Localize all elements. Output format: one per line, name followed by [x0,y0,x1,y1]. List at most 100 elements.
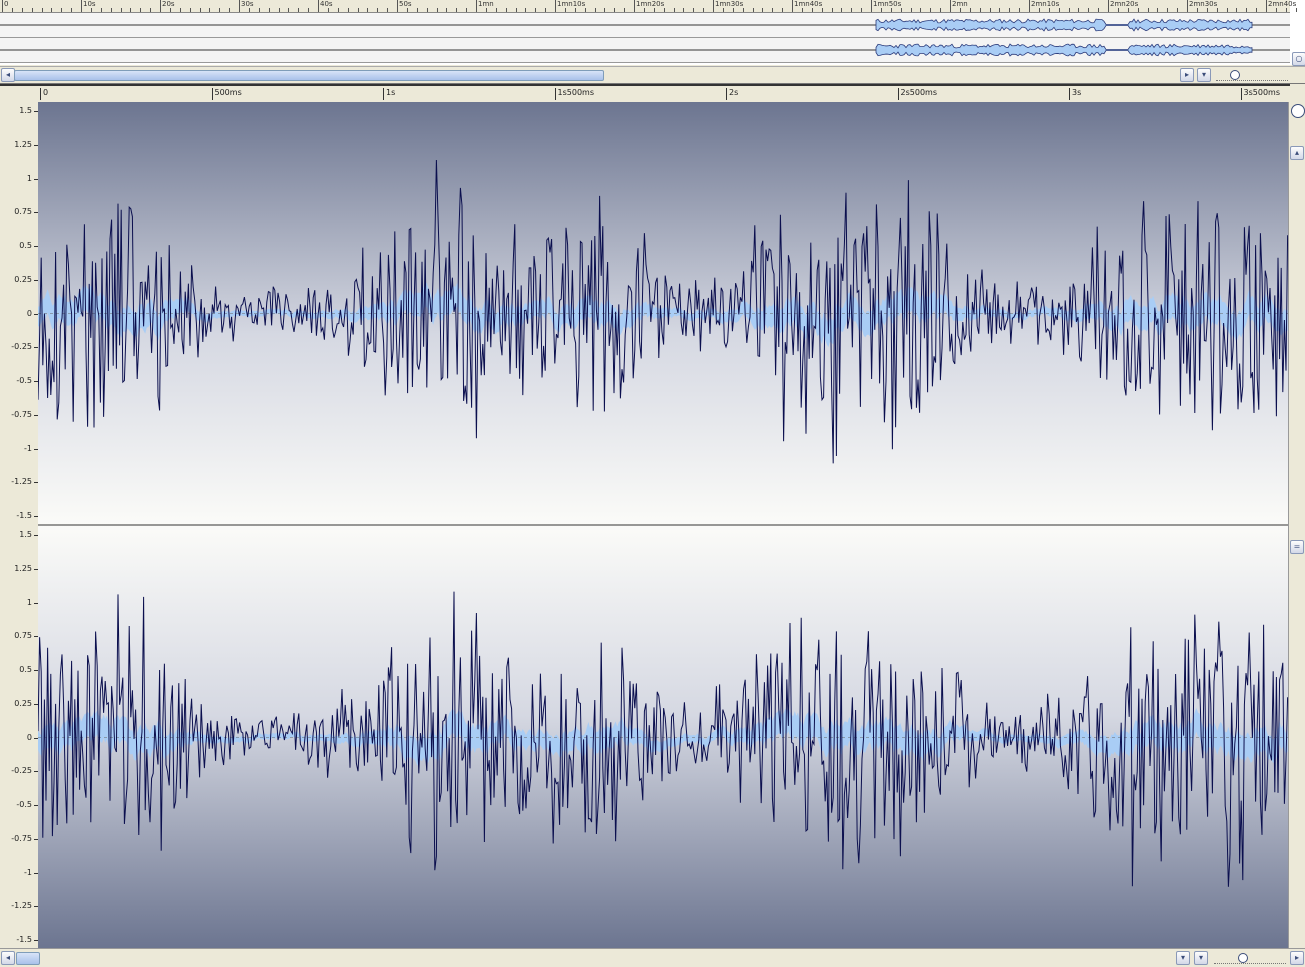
overview-ruler-tick [1157,8,1159,12]
horizontal-scroll-thumb[interactable] [16,952,40,965]
vertical-scrollbar[interactable]: ▴ = [1288,102,1305,948]
timeline-ruler[interactable]: 0 500ms 1s 1s500ms 2s 2s500ms 3s 3s500ms [0,84,1290,103]
overview-ruler-tick [199,8,201,12]
chevron-up-icon[interactable]: ▴ [1290,146,1304,160]
overview-ruler-tick [377,8,379,12]
overview-ruler-tick [574,8,576,12]
overview-ruler-tick [663,8,665,12]
overview-ruler-tick [1088,8,1090,12]
overview-ruler-tick [890,8,892,12]
timeline-label: 1s500ms [554,88,594,100]
overview-ruler-label: 50s [399,0,412,8]
overview-ruler-label: 0 [4,0,9,8]
overview-ruler-tick [772,8,774,12]
overview-ruler-tick [219,8,221,12]
overview-ruler-tick [634,0,635,12]
amplitude-label: -1.5 [16,935,32,944]
overview-ruler-tick [1137,8,1139,12]
overview-ruler-tick [71,8,73,12]
overview-ruler-tick [851,8,853,12]
overview-ruler-tick [495,8,497,12]
zoom-slider-knob[interactable] [1238,953,1248,963]
amplitude-label: 1.25 [14,563,32,573]
overview-ruler-label: 2mn10s [1031,0,1060,8]
overview-ruler-tick [683,8,685,12]
amplitude-label: 1 [26,597,32,607]
amplitude-label: -0.75 [11,409,32,419]
amplitude-label: -1.25 [11,477,32,487]
overview-ruler-tick [811,8,813,12]
overview-ruler-label: 2mn30s [1189,0,1218,8]
overview-ruler-tick [1117,8,1119,12]
overview-ruler-tick [485,8,487,12]
overview-ruler-tick [792,0,793,12]
overview-scroll-thumb[interactable] [14,70,604,81]
amplitude-label: -0.25 [11,342,32,352]
overview-ruler-tick [446,8,448,12]
overview-ruler-tick [989,8,991,12]
waveform-view[interactable] [38,102,1288,948]
overview-ruler-tick [831,8,833,12]
horizontal-scrollbar[interactable]: ◂ ▾ ▾ ▸ [0,948,1305,967]
overview-panel[interactable]: 0 10s 20s 30s 40s 50s 1mn 1mn10s 1mn20s 1mn30s 1mn… [0,0,1305,66]
zoom-slider-knob[interactable] [1230,70,1240,80]
overview-ruler-tick [61,8,63,12]
overview-ruler-tick [426,8,428,12]
overview-ruler-label: 2mn20s [1110,0,1139,8]
overview-ruler-tick [308,8,310,12]
overview-ruler-tick [979,8,981,12]
overview-ruler-label: 20s [162,0,175,8]
overview-ruler-tick [959,8,961,12]
overview-ruler-tick [653,8,655,12]
overview-zoom-icon[interactable]: ○ [1292,52,1305,66]
overview-waveform-right [0,43,1290,57]
overview-waveform-left [0,18,1290,32]
zoom-vertical-icon[interactable] [1291,104,1305,118]
overview-ruler-tick [357,8,359,12]
overview-ruler-label: 2mn40s [1268,0,1297,8]
amplitude-label: 1.5 [19,106,32,115]
overview-ruler-tick [1127,8,1129,12]
overview-ruler-tick [515,8,517,12]
overview-ruler-tick [643,8,645,12]
overview-ruler-tick [871,0,872,12]
overview-ruler-tick [110,8,112,12]
dropdown-icon[interactable]: ▾ [1194,951,1208,965]
overview-ruler-label: 2mn [952,0,968,8]
overview-ruler-label: 40s [320,0,333,8]
overview-ruler-tick [1078,8,1080,12]
zoom-slider-icon[interactable] [1214,953,1286,964]
vertical-scroll-thumb[interactable]: = [1290,540,1304,554]
chevron-left-icon[interactable]: ◂ [1,951,15,965]
chevron-left-icon[interactable]: ◂ [1,68,15,82]
overview-ruler-tick [268,8,270,12]
amplitude-label: 0.25 [14,698,32,708]
overview-ruler-tick [1108,0,1109,12]
chevron-down-icon[interactable]: ▾ [1176,951,1190,965]
amplitude-label: 0.75 [14,207,32,217]
overview-ruler-tick [31,8,33,12]
overview-ruler-tick [397,0,398,12]
overview-ruler-tick [1098,8,1100,12]
overview-ruler-tick [169,8,171,12]
overview-ruler-tick [1187,0,1188,12]
overview-ruler-tick [693,8,695,12]
chevron-down-icon[interactable]: ▾ [1197,68,1211,82]
zoom-slider-icon[interactable] [1216,70,1288,81]
overview-scrollbar[interactable]: ◂ ▸ ▾ [0,66,1305,84]
overview-channel-left[interactable] [0,13,1290,38]
overview-ruler-tick [594,8,596,12]
overview-ruler-tick [999,8,1001,12]
overview-ruler-tick [1256,8,1258,12]
chevron-right-icon[interactable]: ▸ [1180,68,1194,82]
overview-ruler-tick [801,8,803,12]
overview-channel-right[interactable] [0,38,1290,63]
chevron-right-icon[interactable]: ▸ [1290,951,1304,965]
overview-ruler-tick [298,8,300,12]
overview-ruler-tick [950,0,951,12]
overview-ruler-tick [880,8,882,12]
timeline-label: 0 [40,88,48,100]
overview-ruler-tick [1029,0,1030,12]
timeline-label: 3s500ms [1240,88,1280,100]
overview-ruler-tick [673,8,675,12]
